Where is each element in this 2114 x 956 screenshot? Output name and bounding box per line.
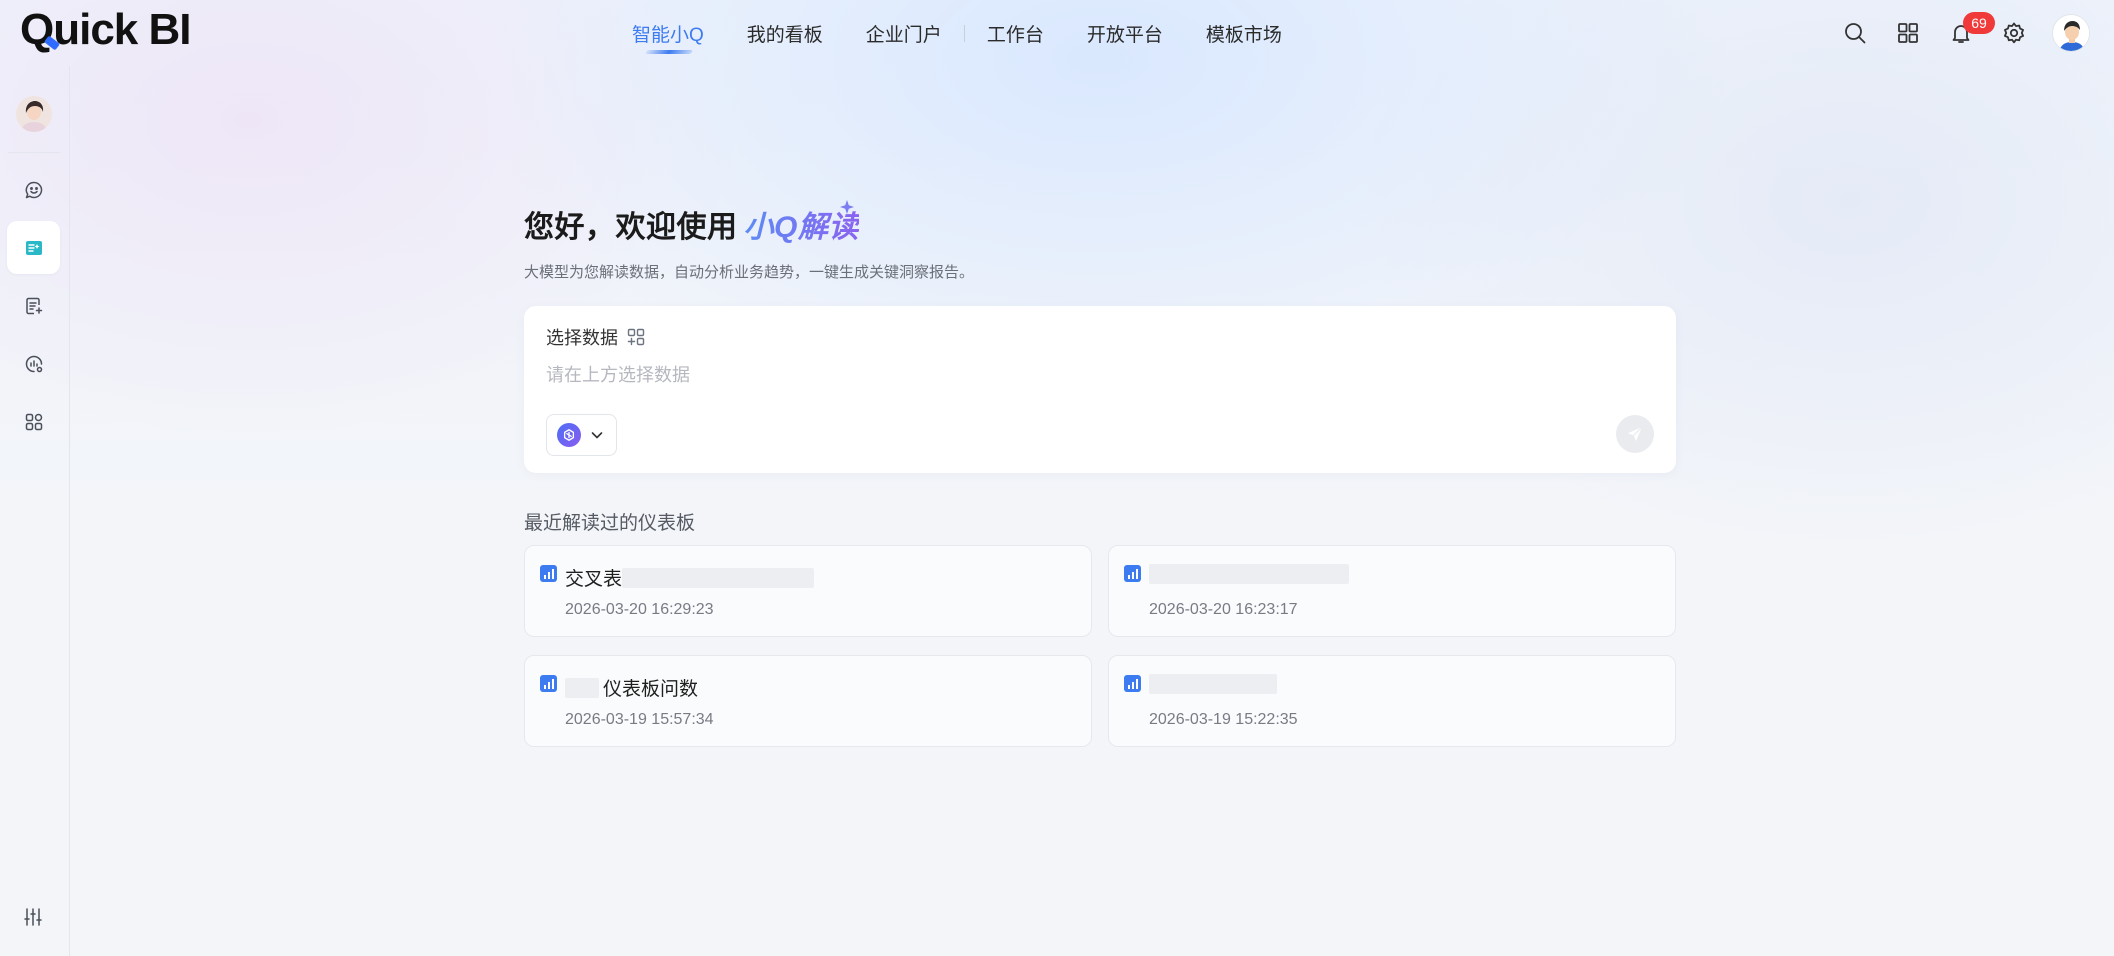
main-nav: 智能小Q 我的看板 企业门户 工作台 开放平台 模板市场 xyxy=(632,20,1325,46)
dashboard-chart-icon xyxy=(1124,565,1141,582)
redacted-text xyxy=(565,677,599,698)
send-icon xyxy=(1628,426,1643,441)
data-gear-icon xyxy=(25,355,42,372)
nav-divider xyxy=(963,24,965,42)
redacted-text xyxy=(1149,674,1277,694)
redacted-text xyxy=(622,567,815,588)
settings-sliders[interactable] xyxy=(22,906,44,928)
dashboard-name xyxy=(1149,674,1277,694)
top-bar: Quick BI 智能小Q 我的看板 企业门户 工作台 开放平台 模板市场 69 xyxy=(0,0,2114,66)
recent-section-title: 最近解读过的仪表板 xyxy=(524,513,696,534)
user-avatar[interactable] xyxy=(2052,14,2090,52)
dashboard-name: 交叉表 xyxy=(565,564,815,591)
nav-tab-my-dashboards[interactable]: 我的看板 xyxy=(747,20,823,47)
sidebar-item-report[interactable] xyxy=(7,279,60,332)
add-data-icon xyxy=(627,328,645,346)
query-input-card: 选择数据 请在上方选择数据 xyxy=(524,306,1676,473)
dashboard-time: 2026-03-19 15:22:35 xyxy=(1149,711,1298,728)
dashboard-chart-icon xyxy=(1124,675,1141,692)
page-title: 您好，欢迎使用 小Q解读 xyxy=(524,202,859,246)
left-sidebar xyxy=(0,66,70,956)
page-subtitle: 大模型为您解读数据，自动分析业务趋势，一键生成关键洞察报告。 xyxy=(524,264,975,281)
nav-tab-open-platform[interactable]: 开放平台 xyxy=(1087,20,1163,47)
sidebar-divider xyxy=(8,152,60,153)
chevron-down-icon xyxy=(591,432,603,439)
model-logo-icon xyxy=(557,423,581,447)
select-data-label: 选择数据 xyxy=(546,328,618,348)
title-greeting: 您好，欢迎使用 xyxy=(524,211,738,244)
dashboard-chart-icon xyxy=(540,565,557,582)
recent-dashboard-card[interactable]: 2026-03-20 16:23:17 xyxy=(1108,545,1676,637)
top-actions: 69 xyxy=(1815,12,2090,52)
notification-bell[interactable]: 69 xyxy=(1948,12,1995,46)
gear-icon[interactable] xyxy=(2001,20,2027,46)
nav-tab-smart-q[interactable]: 智能小Q xyxy=(632,20,704,47)
nav-tab-template-market[interactable]: 模板市场 xyxy=(1206,20,1282,47)
dashboard-name: 仪表板问数 xyxy=(565,674,698,701)
notification-badge: 69 xyxy=(1963,12,1995,34)
app-grid-icon xyxy=(25,413,42,430)
insight-report-icon xyxy=(25,240,42,255)
document-add-icon xyxy=(25,297,42,314)
model-selector[interactable] xyxy=(546,414,617,456)
dashboard-name xyxy=(1149,564,1349,584)
select-data-button[interactable]: 选择数据 xyxy=(546,324,646,350)
send-button[interactable] xyxy=(1616,415,1654,453)
assistant-avatar[interactable] xyxy=(16,96,52,132)
sliders-icon xyxy=(24,908,42,926)
dashboard-name-text: 交叉表 xyxy=(565,569,623,590)
query-input[interactable]: 请在上方选择数据 xyxy=(546,361,690,387)
logo-text: Quick BI xyxy=(20,5,191,54)
sidebar-item-data[interactable] xyxy=(7,337,60,390)
apps-grid-icon[interactable] xyxy=(1895,20,1921,46)
quick-bi-logo[interactable]: Quick BI xyxy=(20,6,191,54)
chat-icon xyxy=(25,181,42,198)
recent-dashboard-card[interactable]: 2026-03-19 15:22:35 xyxy=(1108,655,1676,747)
redacted-text xyxy=(1149,564,1349,584)
search-icon[interactable] xyxy=(1842,20,1868,46)
recent-dashboard-card[interactable]: 交叉表 2026-03-20 16:29:23 xyxy=(524,545,1092,637)
dashboard-time: 2026-03-20 16:29:23 xyxy=(565,601,714,618)
sparkle-icon xyxy=(840,200,854,214)
nav-tab-workbench[interactable]: 工作台 xyxy=(987,20,1044,47)
dashboard-chart-icon xyxy=(540,675,557,692)
sidebar-item-chat[interactable] xyxy=(7,163,60,216)
nav-tab-enterprise-portal[interactable]: 企业门户 xyxy=(866,20,942,47)
dashboard-name-text: 仪表板问数 xyxy=(603,679,699,700)
dashboard-time: 2026-03-20 16:23:17 xyxy=(1149,601,1298,618)
recent-dashboard-card[interactable]: 仪表板问数 2026-03-19 15:57:34 xyxy=(524,655,1092,747)
dashboard-time: 2026-03-19 15:57:34 xyxy=(565,711,714,728)
sidebar-item-apps[interactable] xyxy=(7,395,60,448)
sidebar-item-insight[interactable] xyxy=(7,221,60,274)
